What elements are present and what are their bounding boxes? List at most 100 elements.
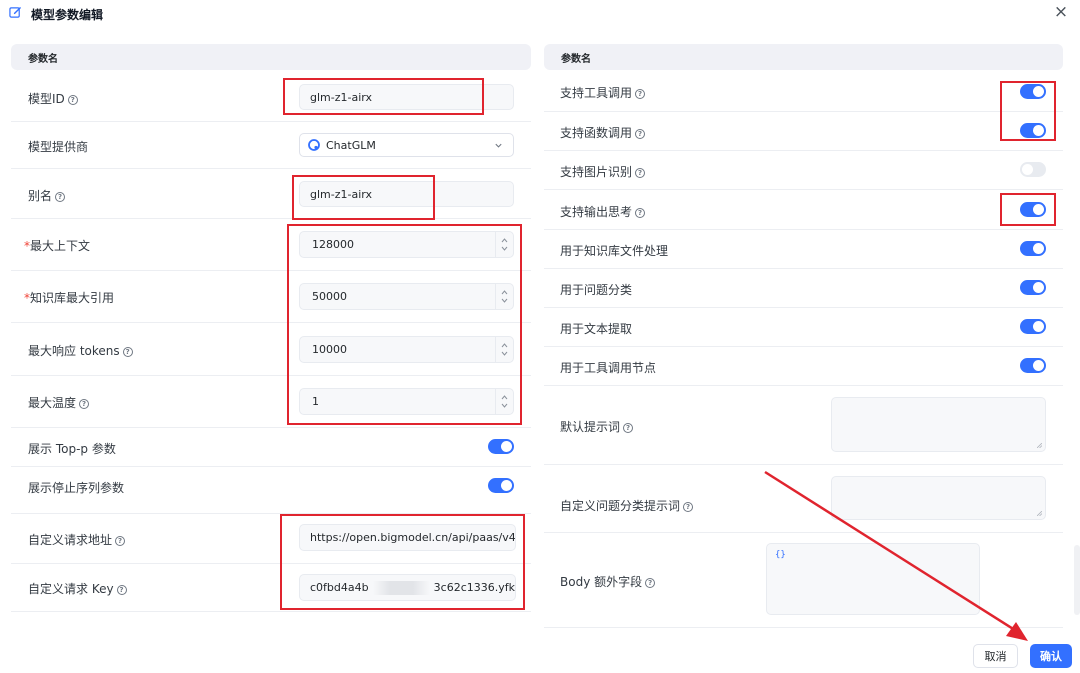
default-prompt-textarea[interactable] xyxy=(831,397,1046,452)
redacted-region xyxy=(372,580,430,595)
help-icon[interactable]: ? xyxy=(79,399,90,409)
divider xyxy=(11,466,531,467)
right-column-header: 参数名 xyxy=(544,44,1063,70)
show-stop-row-label: 展示停止序列参数 xyxy=(28,479,124,496)
right-column-header-label: 参数名 xyxy=(561,54,591,65)
max-context-value: 128000 xyxy=(312,238,354,251)
help-icon[interactable]: ? xyxy=(55,192,66,202)
max-quote-label: 知识库最大引用 xyxy=(30,291,115,305)
edit-icon xyxy=(9,7,21,18)
request-key-value-start: c0fbd4a4b xyxy=(310,581,369,594)
confirm-button[interactable]: 确认 xyxy=(1030,644,1072,668)
tool-call-switch[interactable] xyxy=(1020,84,1046,99)
chevron-up-icon[interactable] xyxy=(500,237,509,244)
left-column-header-label: 参数名 xyxy=(28,54,58,65)
body-extra-row-label: Body 额外字段? xyxy=(560,573,656,590)
divider xyxy=(544,532,1063,533)
request-key-value-end: 3c62c1336.yfk xyxy=(433,581,515,594)
help-icon[interactable]: ? xyxy=(67,95,78,105)
divider xyxy=(544,346,1063,347)
divider xyxy=(11,563,531,564)
function-call-switch[interactable] xyxy=(1020,123,1046,138)
max-temp-input[interactable]: 1 xyxy=(299,388,514,415)
number-stepper[interactable] xyxy=(495,232,513,257)
help-icon[interactable]: ? xyxy=(683,502,694,512)
question-classify-switch[interactable] xyxy=(1020,280,1046,295)
body-extra-label: Body 额外字段 xyxy=(560,575,643,589)
vision-row-label: 支持图片识别? xyxy=(560,163,646,180)
default-prompt-label: 默认提示词 xyxy=(560,420,621,434)
show-top-p-row-label: 展示 Top-p 参数 xyxy=(28,440,116,457)
provider-row-label: 模型提供商 xyxy=(28,138,88,155)
resize-grip-icon[interactable] xyxy=(1037,511,1042,516)
request-url-input[interactable]: https://open.bigmodel.cn/api/paas/v4/cha xyxy=(299,524,516,551)
divider xyxy=(544,229,1063,230)
body-extra-editor[interactable]: {} xyxy=(766,543,980,615)
help-icon[interactable]: ? xyxy=(115,536,126,546)
switch-knob xyxy=(501,480,512,491)
dataset-process-switch[interactable] xyxy=(1020,241,1046,256)
provider-select[interactable]: ChatGLM xyxy=(299,133,514,157)
divider xyxy=(11,121,531,122)
model-id-label: 模型ID xyxy=(28,92,65,106)
help-icon[interactable]: ? xyxy=(645,578,656,588)
custom-cq-prompt-textarea[interactable] xyxy=(831,476,1046,520)
chevron-up-icon[interactable] xyxy=(500,289,509,296)
help-icon[interactable]: ? xyxy=(122,347,133,357)
help-icon[interactable]: ? xyxy=(623,423,634,433)
max-response-label: 最大响应 tokens xyxy=(28,344,120,358)
chatglm-logo-icon xyxy=(308,139,320,151)
left-column-header: 参数名 xyxy=(11,44,531,70)
number-stepper[interactable] xyxy=(495,337,513,362)
chevron-up-icon[interactable] xyxy=(500,394,509,401)
function-call-row-label: 支持函数调用? xyxy=(560,124,646,141)
switch-knob xyxy=(1033,360,1044,371)
text-extract-row-label: 用于文本提取 xyxy=(560,320,632,337)
max-response-input[interactable]: 10000 xyxy=(299,336,514,363)
help-icon[interactable]: ? xyxy=(635,129,646,139)
max-context-input[interactable]: 128000 xyxy=(299,231,514,258)
max-quote-input[interactable]: 50000 xyxy=(299,283,514,310)
text-extract-switch[interactable] xyxy=(1020,319,1046,334)
model-id-input[interactable]: glm-z1-airx xyxy=(299,84,514,110)
provider-value: ChatGLM xyxy=(326,138,376,152)
model-id-row-label: 模型ID? xyxy=(28,90,78,107)
question-classify-label: 用于问题分类 xyxy=(560,283,633,297)
max-context-row-label: *最大上下文 xyxy=(24,237,90,254)
number-stepper[interactable] xyxy=(495,389,513,414)
number-stepper[interactable] xyxy=(495,284,513,309)
cancel-button[interactable]: 取消 xyxy=(973,644,1018,668)
tool-node-row-label: 用于工具调用节点 xyxy=(560,359,656,376)
show-top-p-switch[interactable] xyxy=(488,439,514,454)
divider xyxy=(11,218,531,219)
help-icon[interactable]: ? xyxy=(635,89,646,99)
max-response-value: 10000 xyxy=(312,343,347,356)
request-key-input[interactable]: c0fbd4a4b 3c62c1336.yfk xyxy=(299,574,516,601)
scrollbar[interactable] xyxy=(1074,545,1080,615)
chevron-up-icon[interactable] xyxy=(500,342,509,349)
divider xyxy=(11,270,531,271)
divider xyxy=(544,150,1063,151)
request-url-label: 自定义请求地址 xyxy=(28,533,113,547)
close-icon[interactable]: × xyxy=(1052,3,1070,21)
divider xyxy=(11,427,531,428)
chevron-down-icon[interactable] xyxy=(500,350,509,357)
help-icon[interactable]: ? xyxy=(116,585,127,595)
help-icon[interactable]: ? xyxy=(635,208,646,218)
switch-knob xyxy=(1022,164,1033,175)
reasoning-switch[interactable] xyxy=(1020,202,1046,217)
tool-node-switch[interactable] xyxy=(1020,358,1046,373)
divider xyxy=(544,464,1063,465)
show-stop-label: 展示停止序列参数 xyxy=(28,481,125,495)
divider xyxy=(11,611,531,612)
switch-knob xyxy=(1033,204,1044,215)
vision-switch[interactable] xyxy=(1020,162,1046,177)
resize-grip-icon[interactable] xyxy=(1037,443,1042,448)
show-stop-switch[interactable] xyxy=(488,478,514,493)
reasoning-row-label: 支持输出思考? xyxy=(560,203,646,220)
chevron-down-icon[interactable] xyxy=(500,245,509,252)
alias-input[interactable]: glm-z1-airx xyxy=(299,181,514,207)
chevron-down-icon[interactable] xyxy=(500,297,509,304)
chevron-down-icon[interactable] xyxy=(500,402,509,409)
help-icon[interactable]: ? xyxy=(635,168,646,178)
